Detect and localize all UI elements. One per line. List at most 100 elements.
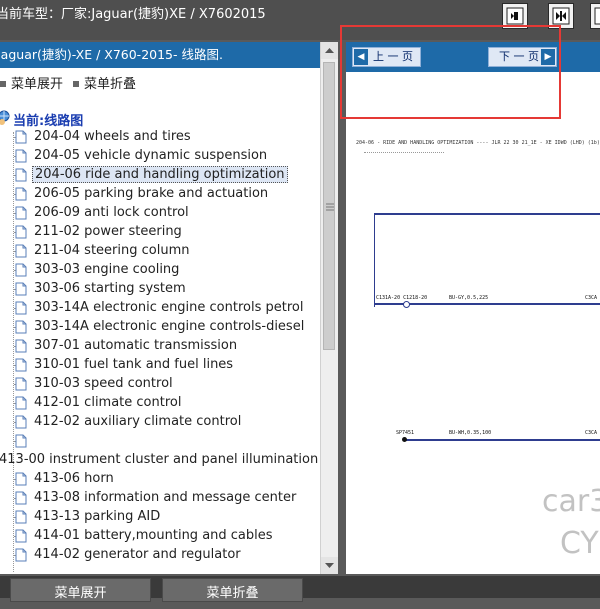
diagram-title: 204-06 - RIDE AND HANDLING OPTIMIZATION …	[356, 140, 600, 146]
document-icon	[15, 206, 27, 220]
tree-item[interactable]: 413-13 parking AID	[0, 508, 320, 527]
document-icon	[15, 548, 27, 562]
tree-item-label: 412-01 climate control	[34, 395, 182, 410]
document-icon	[15, 149, 27, 163]
menu-panel: Jaguar(捷豹)-XE / X760-2015- 线路图. 菜单展开 菜单折…	[0, 42, 338, 574]
tree-item-label: 211-04 steering column	[34, 243, 190, 258]
tree-item-label: 413-06 horn	[34, 471, 114, 486]
watermark-line-2: CY	[560, 526, 599, 561]
document-icon	[15, 529, 27, 543]
document-icon	[15, 130, 27, 144]
current-vehicle-title: 当前车型：厂家:Jaguar(捷豹)XE / X7602015	[0, 7, 266, 22]
expand-menu-button[interactable]: 菜单展开	[10, 578, 151, 602]
document-icon	[15, 263, 27, 277]
tree-item[interactable]: 413-00 instrument cluster and panel illu…	[0, 451, 320, 470]
window-right-button[interactable]	[590, 3, 600, 29]
tree-item-label: 414-02 generator and regulator	[34, 547, 241, 562]
document-icon	[15, 510, 27, 524]
tree-item-label: 310-03 speed control	[34, 376, 173, 391]
wire-2-end-label: C3CA	[585, 430, 598, 436]
document-icon	[15, 187, 27, 201]
tree-item[interactable]: 303-06 starting system	[0, 280, 320, 299]
tree-item-label: 414-01 battery,mounting and cables	[34, 528, 273, 543]
tree-item[interactable]: 413-06 horn	[0, 470, 320, 489]
tree-item-label: 307-01 automatic transmission	[34, 338, 238, 353]
tree-item-label: 206-09 anti lock control	[34, 205, 189, 220]
scroll-down-button[interactable]	[321, 557, 338, 574]
wire-1-spec-label: BU-GY,0.5,225	[449, 295, 489, 301]
tree-item-label: 303-03 engine cooling	[34, 262, 180, 277]
tree-item-label: 413-00 instrument cluster and panel illu…	[0, 452, 319, 467]
splice-dot	[402, 437, 407, 442]
tree-item[interactable]: 413-08 information and message center	[0, 489, 320, 508]
wire-1-connector-label: C131A-20 C1218-20	[376, 295, 428, 301]
document-icon	[15, 491, 27, 505]
wiring-diagram-page: 204-06 - RIDE AND HANDLING OPTIMIZATION …	[346, 72, 600, 574]
document-icon	[15, 377, 27, 391]
tree-item-label: 204-05 vehicle dynamic suspension	[34, 148, 268, 163]
tree-item-label: 303-06 starting system	[34, 281, 186, 296]
document-icon	[15, 168, 27, 182]
wire-2-spec-label: BU-WH,0.35,100	[449, 430, 492, 436]
tree-item-label: 204-06 ride and handling optimization	[32, 166, 288, 183]
tree-item[interactable]: 303-14A electronic engine controls-diese…	[0, 318, 320, 337]
document-icon	[15, 320, 27, 334]
tree-item-label: 303-14A electronic engine controls petro…	[34, 300, 304, 315]
wire-2-splice-label: SP7451	[396, 430, 415, 436]
document-icon	[15, 396, 27, 410]
tree-item[interactable]: 307-01 automatic transmission	[0, 337, 320, 356]
expand-menu-link[interactable]: 菜单展开	[0, 73, 63, 92]
tree-item[interactable]	[0, 432, 320, 451]
diagram-panel: ◀ 上 一 页 下 一 页 ▶ 204-06 - RIDE AND HANDLI…	[346, 42, 600, 574]
document-icon	[15, 282, 27, 296]
collapse-menu-link[interactable]: 菜单折叠	[73, 73, 136, 92]
highlight-box	[340, 25, 561, 119]
menu-panel-header: Jaguar(捷豹)-XE / X760-2015- 线路图.	[0, 42, 320, 68]
menu-tree: 当前:线路图 204-04 wheels and tires 204-05 veh…	[0, 104, 320, 574]
scroll-up-button[interactable]	[321, 42, 338, 59]
tree-item[interactable]: 206-05 parking brake and actuation	[0, 185, 320, 204]
bottom-bar: 菜单展开 菜单折叠	[0, 576, 600, 602]
tree-item[interactable]: 204-06 ride and handling optimization	[0, 166, 320, 185]
collapse-menu-button[interactable]: 菜单折叠	[162, 578, 303, 602]
tree-item[interactable]: 414-01 battery,mounting and cables	[0, 527, 320, 546]
scroll-grip-icon	[326, 203, 334, 211]
square-bullet-icon	[73, 80, 79, 87]
tree-item-label: 204-04 wheels and tires	[34, 129, 191, 144]
scroll-thumb[interactable]	[323, 62, 335, 350]
document-icon	[15, 244, 27, 258]
window-split-icon	[552, 7, 570, 25]
tree-item-label: 211-02 power steering	[34, 224, 182, 239]
document-icon	[15, 225, 27, 239]
document-icon	[15, 358, 27, 372]
globe-user-icon	[0, 110, 10, 125]
tree-item-label: 303-14A electronic engine controls-diese…	[34, 319, 305, 334]
tree-item[interactable]: 206-09 anti lock control	[0, 204, 320, 223]
wire-bundle-frame	[374, 213, 600, 307]
square-bullet-icon	[0, 80, 6, 87]
tree-item-label: 412-02 auxiliary climate control	[34, 414, 242, 429]
watermark-line-1: car3	[542, 484, 600, 519]
document-icon	[15, 301, 27, 315]
tree-item-label: 206-05 parking brake and actuation	[34, 186, 269, 201]
tree-item[interactable]: 412-01 climate control	[0, 394, 320, 413]
document-icon	[15, 339, 27, 353]
tree-item[interactable]: 303-03 engine cooling	[0, 261, 320, 280]
tree-item[interactable]: 414-02 generator and regulator	[0, 546, 320, 565]
tree-item[interactable]: 310-01 fuel tank and fuel lines	[0, 356, 320, 375]
tree-item[interactable]: 204-05 vehicle dynamic suspension	[0, 147, 320, 166]
tree-item[interactable]: 204-04 wheels and tires	[0, 128, 320, 147]
scroll-down-icon	[325, 563, 334, 568]
tree-item[interactable]: 303-14A electronic engine controls petro…	[0, 299, 320, 318]
menu-scrollbar[interactable]	[320, 42, 338, 574]
tree-item[interactable]: 211-02 power steering	[0, 223, 320, 242]
tree-item-label: 413-13 parking AID	[34, 509, 161, 524]
document-icon	[15, 434, 27, 448]
window-left-icon	[506, 7, 524, 25]
tree-item[interactable]: 211-04 steering column	[0, 242, 320, 261]
tree-item-label: 413-08 information and message center	[34, 490, 297, 505]
tree-item[interactable]: 310-03 speed control	[0, 375, 320, 394]
tree-root-label: 当前:线路图	[13, 114, 84, 129]
tree-item[interactable]: 412-02 auxiliary climate control	[0, 413, 320, 432]
document-icon	[15, 472, 27, 486]
